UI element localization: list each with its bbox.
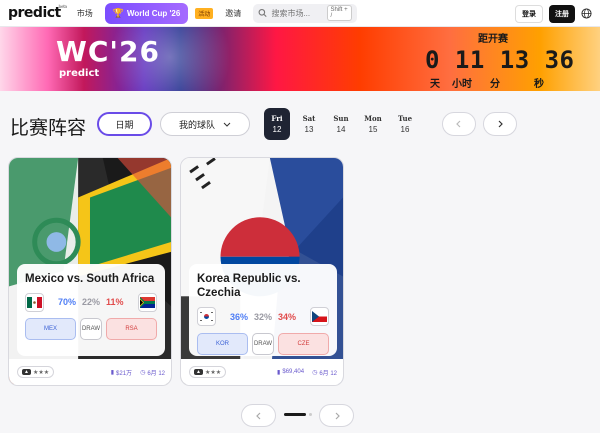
day-tab-sun[interactable]: Sun 14 (328, 108, 354, 140)
unit-seconds: 秒 (534, 79, 544, 90)
unit-minutes: 分 (490, 79, 500, 90)
mexico-flag-icon (25, 292, 44, 312)
world-cup-banner[interactable]: WC'26 predict 距开赛 0 11 13 36 天 小时 分 秒 (0, 27, 600, 91)
chevron-right-icon (335, 412, 340, 419)
day-tab-sat[interactable]: Sat 13 (296, 108, 322, 140)
countdown-units: 天 小时 分 秒 (430, 75, 560, 90)
top-nav: predictbeta 市场 🏆 World Cup '26 活动 邀请 Shi… (0, 0, 600, 27)
clock-icon: ◷ (140, 369, 146, 376)
day-tab-fri[interactable]: Fri 12 (264, 108, 290, 140)
bet-draw-button[interactable]: DRAW (252, 332, 274, 355)
nav-world-cup-tab[interactable]: 🏆 World Cup '26 (104, 2, 189, 24)
volume: ▮ $69,404 (277, 369, 304, 376)
bet-away-button[interactable]: CZE (278, 332, 329, 355)
match-title: Korea Republic vs. Czechia (197, 273, 301, 300)
countdown-label: 距开赛 (478, 34, 508, 45)
volume-value: $69,404 (282, 369, 305, 375)
odds-row: 36% 32% 34% (197, 307, 329, 327)
carousel-dots (284, 413, 312, 416)
bet-home-button[interactable]: KOR (197, 332, 248, 355)
home-win-pct: 70% (58, 297, 77, 308)
bar-chart-icon: ▮ (277, 369, 281, 376)
bet-buttons: MEX DRAW RSA (25, 318, 157, 341)
bet-buttons: KOR DRAW CZE (197, 332, 329, 355)
level-icon: ▲ (22, 369, 31, 375)
banner-subtitle: predict (59, 68, 100, 79)
carousel-prev-button[interactable] (241, 404, 276, 427)
lineup-title: 比赛阵容 (10, 118, 87, 139)
signup-button[interactable]: 注册 (549, 4, 575, 23)
login-button[interactable]: 登录 (515, 4, 543, 23)
carousel-next-button[interactable] (319, 404, 354, 427)
search-icon (258, 8, 267, 18)
away-win-pct: 34% (278, 311, 297, 322)
chevron-down-icon (223, 122, 231, 127)
south-africa-flag-icon (138, 292, 157, 312)
bet-home-button[interactable]: MEX (25, 318, 76, 341)
match-date: ◷ 6月 12 (312, 368, 337, 377)
day-selector: Fri 12 Sat 13 Sun 14 Mon 15 Tue 16 (264, 108, 418, 140)
away-win-pct: 11% (106, 297, 124, 308)
draw-pct: 32% (254, 311, 273, 322)
bet-away-button[interactable]: RSA (106, 318, 157, 341)
rating-stars: ★★★ (204, 369, 222, 376)
match-date-value: 6月 12 (319, 370, 337, 377)
promo-badge[interactable]: 活动 (195, 7, 214, 19)
days-prev-button[interactable] (442, 112, 476, 136)
bet-draw-button[interactable]: DRAW (80, 318, 102, 341)
search-box[interactable]: Shift + / (253, 3, 358, 23)
volume-value: $21万 (116, 370, 133, 377)
globe-icon[interactable] (581, 8, 592, 19)
carousel-dot[interactable] (309, 413, 312, 416)
unit-hours: 小时 (452, 79, 472, 90)
match-card-kor-cze[interactable]: Korea Republic vs. Czechia 36% 32% 34% K… (180, 157, 344, 386)
banner-title: WC'26 (56, 35, 160, 68)
odds-row: 70% 22% 11% (25, 292, 157, 312)
south-korea-flag-icon (197, 307, 216, 327)
home-win-pct: 36% (230, 311, 249, 322)
countdown-digits: 0 11 13 36 (425, 46, 575, 74)
date-filter-button[interactable]: 日期 (97, 112, 152, 136)
czech-flag-icon (310, 307, 329, 327)
carousel-dot-active[interactable] (284, 413, 306, 416)
search-shortcut-hint: Shift + / (327, 5, 353, 21)
nav-markets[interactable]: 市场 (77, 8, 93, 19)
match-date: ◷ 6月 12 (140, 368, 165, 377)
trophy-icon: 🏆 (112, 7, 124, 18)
nav-invite[interactable]: 邀请 (225, 8, 241, 19)
days-next-button[interactable] (483, 112, 517, 136)
rating-stars: ★★★ (32, 369, 50, 376)
volume: ▮ $21万 (111, 368, 132, 377)
rating-badge: ▲ ★★★ (189, 366, 227, 378)
match-info-panel: Korea Republic vs. Czechia 36% 32% 34% K… (189, 264, 337, 356)
logo[interactable]: predict beta (8, 4, 67, 21)
chevron-left-icon (255, 412, 260, 419)
clock-icon: ◷ (312, 369, 318, 376)
chevron-right-icon (498, 120, 503, 128)
match-info-panel: Mexico vs. South Africa 70% 22% 11% MEX … (17, 264, 165, 356)
bar-chart-icon: ▮ (110, 369, 115, 376)
match-title: Mexico vs. South Africa (25, 273, 155, 285)
unit-days: 天 (430, 79, 440, 90)
card-footer: ▲ ★★★ ▮ $21万 ◷ 6月 12 (9, 359, 171, 385)
search-input[interactable] (271, 8, 324, 18)
level-icon: ▲ (194, 369, 203, 375)
card-footer: ▲ ★★★ ▮ $69,404 ◷ 6月 12 (181, 359, 343, 385)
match-card-mex-rsa[interactable]: Mexico vs. South Africa 70% 22% 11% MEX … (8, 157, 172, 386)
rating-badge: ▲ ★★★ (17, 366, 55, 378)
day-tab-mon[interactable]: Mon 15 (360, 108, 386, 140)
chevron-left-icon (456, 120, 461, 128)
draw-pct: 22% (82, 297, 101, 308)
my-team-label: 我的球队 (178, 119, 215, 130)
day-tab-tue[interactable]: Tue 16 (392, 108, 418, 140)
match-date-value: 6月 12 (147, 370, 165, 377)
my-team-filter-button[interactable]: 我的球队 (160, 112, 250, 136)
world-cup-label: World Cup '26 (126, 8, 181, 18)
